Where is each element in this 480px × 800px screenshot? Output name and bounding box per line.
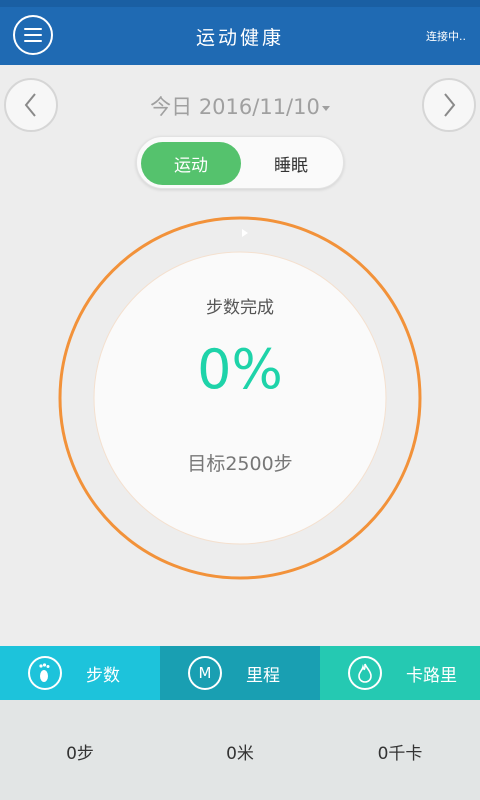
tab-calories[interactable]: 卡路里: [320, 646, 480, 700]
tab-distance[interactable]: M 里程: [160, 646, 320, 700]
date-label: 今日 2016/11/10: [150, 95, 320, 119]
status-bar: [0, 0, 480, 7]
mode-toggle: 运动 睡眠: [136, 136, 344, 189]
flame-icon: [348, 656, 382, 690]
tab-steps-label: 步数: [86, 665, 120, 686]
footprint-icon: [28, 656, 62, 690]
page-title: 运动健康: [195, 27, 284, 49]
tab-sleep[interactable]: 睡眠: [241, 142, 341, 185]
calories-value: 0千卡: [377, 744, 423, 764]
completion-percentage: 0%: [197, 338, 283, 401]
m-letter-icon: M: [188, 656, 222, 690]
tab-distance-label: 里程: [246, 665, 280, 686]
steps-value: 0步: [66, 744, 94, 764]
date-selector[interactable]: 今日 2016/11/10: [0, 91, 480, 121]
next-day-button[interactable]: [422, 78, 476, 132]
steps-completed-label: 步数完成: [206, 298, 274, 318]
step-goal: 目标2500步: [187, 453, 293, 475]
connection-status: 连接中..: [426, 30, 466, 43]
chevron-right-icon: [444, 93, 456, 117]
progress-ring: 步数完成 0% 目标2500步: [55, 213, 425, 583]
tab-steps[interactable]: 步数: [0, 646, 160, 700]
main-content: 今日 2016/11/10 运动 睡眠 步数完成 0% 目标2500步: [0, 65, 480, 646]
metric-tabs: 步数 M 里程 卡路里: [0, 646, 480, 700]
app-header: 运动健康 连接中..: [0, 7, 480, 65]
metric-values: 0步 0米 0千卡: [0, 700, 480, 800]
dropdown-caret-icon: [321, 105, 330, 111]
tab-exercise[interactable]: 运动: [141, 142, 241, 185]
tab-calories-label: 卡路里: [406, 665, 457, 686]
distance-value: 0米: [226, 744, 254, 764]
